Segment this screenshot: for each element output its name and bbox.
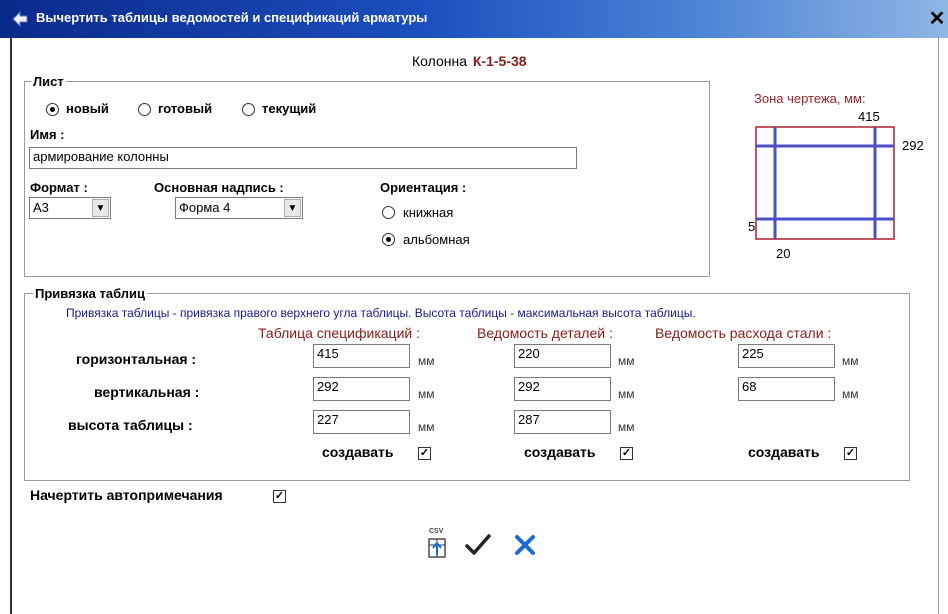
name-label: Имя : bbox=[30, 127, 65, 142]
binding-legend: Привязка таблиц bbox=[33, 286, 148, 301]
app-icon bbox=[10, 9, 30, 29]
column-caption: Колонна К-1-5-38 bbox=[412, 53, 527, 69]
stamp-value: Форма 4 bbox=[179, 200, 231, 215]
unit-label: мм bbox=[418, 420, 435, 434]
steel-vertical-input[interactable]: 68 bbox=[738, 377, 835, 401]
row-horizontal-label: горизонтальная : bbox=[76, 351, 197, 367]
spec-height-input[interactable]: 227 bbox=[313, 410, 410, 434]
chevron-down-icon[interactable]: ▼ bbox=[284, 199, 301, 217]
col-spec-header: Таблица спецификаций : bbox=[258, 325, 420, 341]
unit-label: мм bbox=[618, 420, 635, 434]
unit-label: мм bbox=[618, 354, 635, 368]
csv-export-button[interactable]: CSV bbox=[424, 528, 450, 560]
format-select[interactable]: A3 ▼ bbox=[29, 197, 111, 219]
csv-label: CSV bbox=[429, 528, 444, 535]
details-height-input[interactable]: 287 bbox=[514, 410, 611, 434]
autonotes-checkbox[interactable]: ✓ bbox=[273, 490, 286, 503]
details-create-label: создавать bbox=[524, 444, 596, 460]
radio-landscape[interactable] bbox=[382, 233, 395, 246]
steel-create-label: создавать bbox=[748, 444, 820, 460]
drawing-zone-diagram bbox=[755, 126, 895, 240]
sheet-legend: Лист bbox=[31, 74, 66, 89]
binding-note: Привязка таблицы - привязка правого верх… bbox=[66, 306, 696, 320]
csv-export-icon bbox=[428, 538, 446, 558]
name-input[interactable]: армирование колонны bbox=[29, 147, 577, 169]
format-value: A3 bbox=[33, 200, 49, 215]
radio-portrait-label: книжная bbox=[403, 205, 454, 220]
window-title: Вычертить таблицы ведомостей и специфика… bbox=[36, 10, 428, 25]
zone-top-value: 415 bbox=[858, 109, 880, 124]
checkmark-icon[interactable] bbox=[464, 532, 492, 558]
radio-landscape-label: альбомная bbox=[403, 232, 470, 247]
column-caption-label: Колонна bbox=[412, 53, 467, 69]
zone-bottom-value: 20 bbox=[776, 246, 791, 261]
autonotes-label: Начертить автопримечания bbox=[30, 487, 223, 503]
chevron-down-icon[interactable]: ▼ bbox=[92, 199, 109, 217]
title-bar: Вычертить таблицы ведомостей и специфика… bbox=[0, 0, 948, 38]
radio-new[interactable] bbox=[46, 103, 59, 116]
column-mark: К-1-5-38 bbox=[472, 53, 527, 69]
details-vertical-input[interactable]: 292 bbox=[514, 377, 611, 401]
radio-new-label: новый bbox=[66, 101, 109, 116]
col-steel-header: Ведомость расхода стали : bbox=[655, 325, 832, 341]
row-vertical-label: вертикальная : bbox=[94, 384, 200, 400]
unit-label: мм bbox=[418, 387, 435, 401]
unit-label: мм bbox=[618, 387, 635, 401]
unit-label: мм bbox=[842, 354, 859, 368]
close-icon[interactable]: ✕ bbox=[926, 6, 948, 32]
stamp-select[interactable]: Форма 4 ▼ bbox=[175, 197, 303, 219]
unit-label: мм bbox=[842, 387, 859, 401]
stamp-label: Основная надпись : bbox=[154, 180, 284, 195]
zone-right-value: 292 bbox=[902, 138, 924, 153]
details-create-checkbox[interactable]: ✓ bbox=[620, 447, 633, 460]
format-label: Формат : bbox=[30, 180, 88, 195]
spec-create-label: создавать bbox=[322, 444, 394, 460]
spec-create-checkbox[interactable]: ✓ bbox=[418, 447, 431, 460]
radio-portrait[interactable] bbox=[382, 206, 395, 219]
radio-ready[interactable] bbox=[138, 103, 151, 116]
cancel-icon[interactable] bbox=[512, 532, 538, 558]
steel-create-checkbox[interactable]: ✓ bbox=[844, 447, 857, 460]
details-horizontal-input[interactable]: 220 bbox=[514, 344, 611, 368]
radio-ready-label: готовый bbox=[158, 101, 213, 116]
radio-current[interactable] bbox=[242, 103, 255, 116]
row-height-label: высота таблицы : bbox=[68, 417, 193, 433]
col-details-header: Ведомость деталей : bbox=[477, 325, 613, 341]
spec-horizontal-input[interactable]: 415 bbox=[313, 344, 410, 368]
orientation-label: Ориентация : bbox=[380, 180, 467, 195]
spec-vertical-input[interactable]: 292 bbox=[313, 377, 410, 401]
steel-horizontal-input[interactable]: 225 bbox=[738, 344, 835, 368]
radio-current-label: текущий bbox=[262, 101, 317, 116]
sheet-group bbox=[24, 81, 710, 277]
zone-title: Зона чертежа, мм: bbox=[754, 91, 866, 106]
unit-label: мм bbox=[418, 354, 435, 368]
